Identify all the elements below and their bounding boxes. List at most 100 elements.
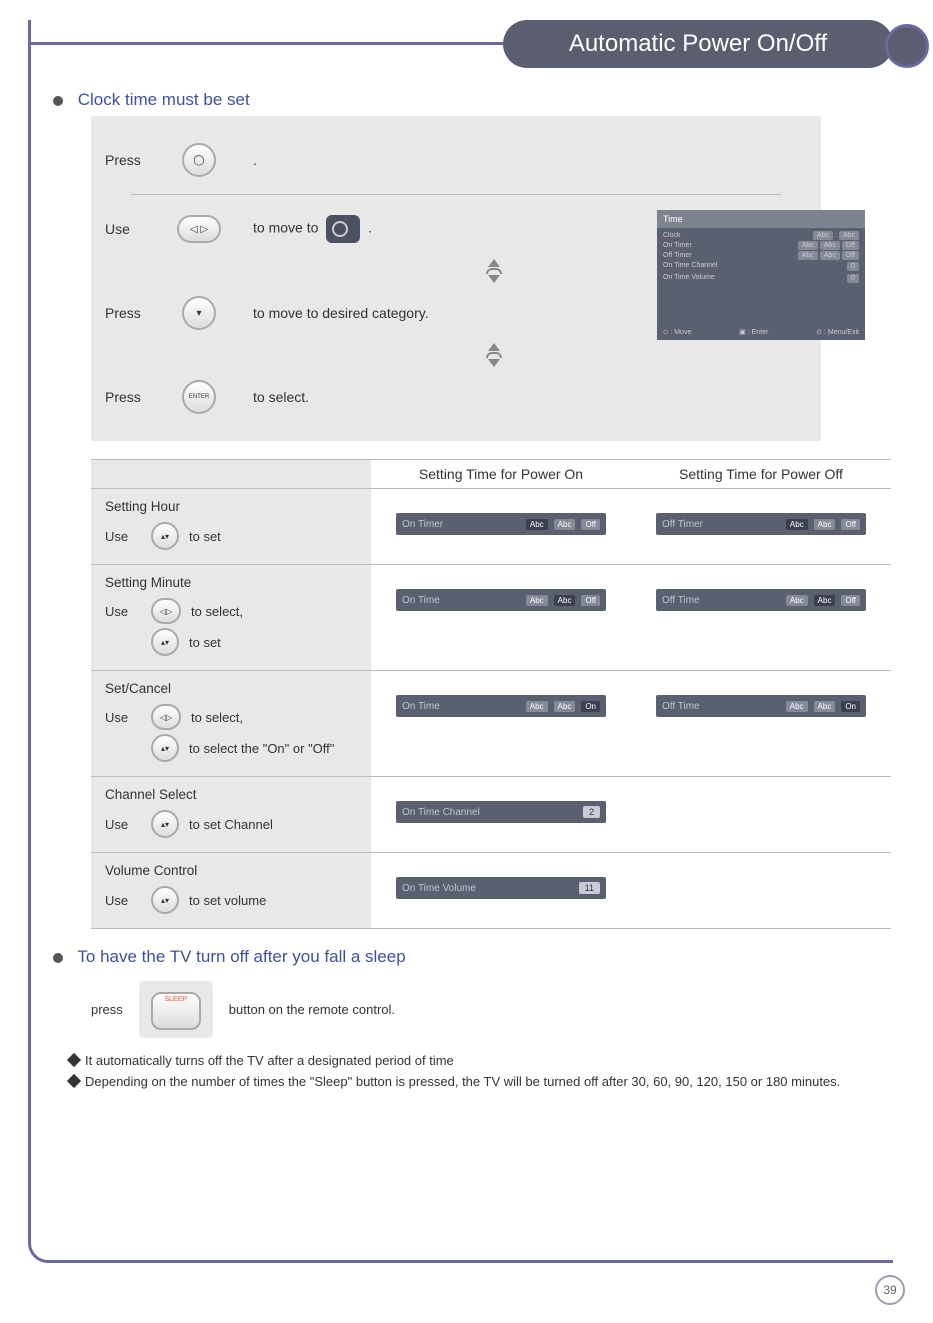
osd-row-onchannel: On Time Channel 0 (663, 262, 859, 271)
osd-foot-move: ◇ : Move (663, 328, 691, 336)
row-title: Channel Select (105, 787, 357, 802)
step-label: Press (105, 389, 175, 405)
osd-label: Off Time (662, 595, 700, 606)
osd-chip: Abc (526, 701, 548, 712)
diamond-icon (67, 1074, 81, 1088)
up-down-icon[interactable]: ▴▾ (151, 886, 179, 914)
table-row-volume: Volume Control Use ▴▾ to set volume On T… (91, 853, 891, 929)
action-text: to set (189, 529, 221, 544)
osd-off-time-bar: Off Time Abc Abc On (656, 695, 866, 717)
enter-icon: ENTER (182, 380, 216, 414)
time-menu-icon (326, 215, 360, 243)
section-title-sleep: To have the TV turn off after you fall a… (77, 947, 873, 967)
remote-left-right-button[interactable]: ◁ ▷ (175, 207, 223, 251)
osd-chip: Off (841, 595, 860, 606)
page-title: Automatic Power On/Off (569, 30, 827, 58)
left-right-icon: ◁ ▷ (177, 215, 221, 243)
osd-chip: Abc (526, 595, 548, 606)
use-label: Use (105, 604, 141, 619)
sleep-after-text: button on the remote control. (229, 1002, 395, 1017)
remote-sleep-button[interactable]: SLEEP (151, 992, 201, 1030)
osd-on-volume-bar: On Time Volume 11 (396, 877, 606, 899)
use-label: Use (105, 710, 141, 725)
osd-on-time-bar: On Time Abc Abc On (396, 695, 606, 717)
table-row-setcancel: Set/Cancel Use ◁▷ to select, ▴▾ to selec… (91, 671, 891, 777)
osd-row-onvolume: On Time Volume 0 (663, 274, 859, 283)
step-text: to move to desired category. (253, 305, 429, 321)
osd-chip: On (841, 701, 860, 712)
table-head-on: Setting Time for Power On (371, 460, 631, 489)
osd-chip: Abc (554, 701, 576, 712)
osd-on-time-bar: On Time Abc Abc Off (396, 589, 606, 611)
osd-chip: Abc (798, 241, 818, 250)
step-text: to select. (253, 389, 309, 405)
left-right-icon[interactable]: ◁▷ (151, 704, 181, 730)
up-down-icon[interactable]: ▴▾ (151, 522, 179, 550)
osd-label: On Timer (402, 519, 443, 530)
osd-label: On Time Channel (402, 807, 480, 818)
osd-chip: On (581, 701, 600, 712)
osd-label: Off Time (662, 701, 700, 712)
osd-row-offtimer: Off Timer Abc Abc Off (663, 252, 859, 259)
sleep-press-label: press (91, 1002, 123, 1017)
osd-tab-bar: Time (657, 210, 865, 228)
use-label: Use (105, 817, 141, 832)
osd-chip: Off (842, 241, 859, 250)
osd-chip: Off (581, 519, 600, 530)
remote-down-button[interactable]: ▾ (175, 291, 223, 335)
step-text: to move to . (253, 215, 372, 243)
note1: It automatically turns off the TV after … (85, 1053, 454, 1068)
row-title: Setting Hour (105, 499, 357, 514)
action-text: to select, (191, 604, 243, 619)
osd-label: On Time (402, 701, 440, 712)
osd-row-ontimer: On Timer Abc Abc Off (663, 242, 859, 249)
row-title: Set/Cancel (105, 681, 357, 696)
content: Clock time must be set Press ◯ . Use ◁ ▷… (31, 20, 893, 1104)
step-label: Press (105, 305, 175, 321)
osd-chip: Off (842, 251, 859, 260)
osd-chip: Abc (554, 595, 576, 606)
use-label: Use (105, 893, 141, 908)
action-text: to set volume (189, 893, 266, 908)
page-number-value: 39 (883, 1283, 896, 1297)
osd-chip: Abc (814, 701, 836, 712)
osd-off-timer-bar: Off Timer Abc Abc Off (656, 513, 866, 535)
page-frame: Automatic Power On/Off Clock time must b… (28, 20, 893, 1263)
osd-chip: Abc (839, 231, 859, 240)
up-down-icon[interactable]: ▴▾ (151, 734, 179, 762)
osd-time-menu-thumbnail: Time Clock Abc : Abc On Timer Abc Abc Of… (657, 210, 865, 340)
remote-enter-button[interactable]: ENTER (175, 375, 223, 419)
header-ornament-circle (885, 24, 929, 68)
step-press-menu: Press ◯ . (91, 130, 821, 190)
remote-power-button[interactable]: ◯ (175, 138, 223, 182)
action-text: to select the "On" or "Off" (189, 741, 334, 756)
osd-key: Off Timer (663, 252, 692, 259)
osd-chip: Off (581, 595, 600, 606)
osd-foot-enter: ▣ : Enter (739, 328, 768, 336)
step-text-post: . (368, 220, 372, 236)
left-right-icon[interactable]: ◁▷ (151, 598, 181, 624)
osd-chip: Abc (786, 701, 808, 712)
section-title-text: To have the TV turn off after you fall a… (77, 947, 405, 966)
osd-on-timer-bar: On Timer Abc Abc Off (396, 513, 606, 535)
table-head-blank (91, 460, 371, 489)
table-row-minute: Setting Minute Use ◁▷ to select, ▴▾ to s… (91, 565, 891, 671)
up-down-icon[interactable]: ▴▾ (151, 810, 179, 838)
power-icon: ◯ (182, 143, 216, 177)
osd-chip: Abc (786, 519, 808, 530)
osd-label: Off Timer (662, 519, 703, 530)
osd-key: Clock (663, 232, 681, 239)
sleep-row: press SLEEP button on the remote control… (91, 981, 873, 1038)
up-down-icon[interactable]: ▴▾ (151, 628, 179, 656)
osd-chip: Abc (798, 251, 818, 260)
page-number: 39 (875, 1275, 905, 1305)
footer-notes: It automatically turns off the TV after … (69, 1052, 873, 1092)
step-press-enter: Press ENTER to select. (91, 367, 821, 427)
bullet-icon (53, 953, 63, 963)
action-text: to set Channel (189, 817, 273, 832)
header-rule (31, 42, 503, 45)
use-label: Use (105, 529, 141, 544)
step-text-pre: to move to (253, 220, 318, 236)
section-title-text: Clock time must be set (78, 90, 250, 109)
osd-row-clock: Clock Abc : Abc (663, 232, 859, 239)
